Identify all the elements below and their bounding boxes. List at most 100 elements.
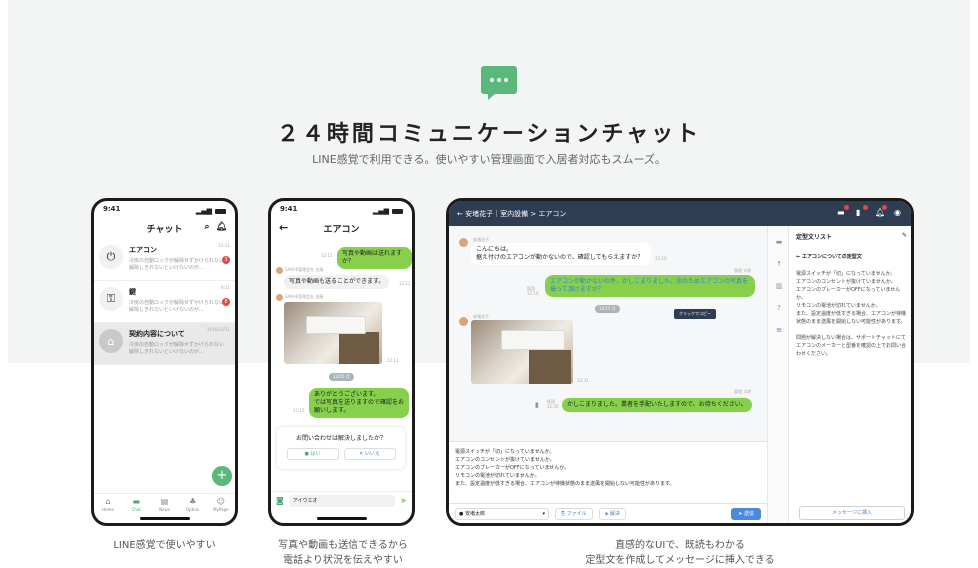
clock: 9:41 bbox=[280, 205, 298, 213]
template-body: 電源スイッチが「切」になっていませんか。 エアコンのコンセントが抜けていませんか… bbox=[796, 271, 907, 357]
message-time: 12:11 bbox=[387, 358, 399, 363]
signal-icon: ▂▄▆ bbox=[372, 207, 389, 215]
chat-time: 2016/12/11 bbox=[206, 327, 230, 332]
chevron-down-icon: ▾ bbox=[542, 510, 545, 517]
phone-chat-room: 9:41 ▂▄▆ ← エアコン 12:11 写真や動画は送れますか？ SAKAE… bbox=[268, 198, 415, 526]
admin-tablet: ← 安堵花子｜室内設備 > エアコン ▬ ▮ 🔔︎ ◉ 安堵花子 こんにちは。 … bbox=[446, 198, 914, 526]
chat-time: 12:11 bbox=[218, 243, 230, 248]
compose-footer: ● 安堵太郎 ▾ ⎘ ファイル ◈ 解決 ➤ 送信 bbox=[449, 503, 767, 523]
their-message[interactable]: こんにちは。 据え付けのエアコンが動かないので、確認してもらえますか？ bbox=[471, 243, 651, 265]
battery-icon bbox=[215, 208, 226, 214]
message-time: 12:11 bbox=[321, 253, 333, 258]
tab-option[interactable]: ♣ Option bbox=[181, 497, 205, 515]
signal-icon: ▂▄▆ bbox=[195, 207, 212, 215]
chat-icon: ▬ bbox=[132, 497, 141, 506]
tab-bar: ⌂ Home ▬ Chat ▤ News ♣ Option ☺ MyPage bbox=[94, 493, 235, 515]
hero-subtitle: LINE感覚で利用できる。使いやすい管理画面で入居者対応もスムーズ。 bbox=[312, 153, 666, 166]
bell-icon[interactable]: 🔔︎ bbox=[216, 222, 227, 232]
template-panel: 定型文リスト ✎ ← エアコンについての定型文 電源スイッチが「切」になっていませ… bbox=[789, 226, 911, 523]
chat-list-item[interactable]: ⚿ 鍵冷房の自動ロックが解除せずかけられない 解除しきれないといけないのが...… bbox=[94, 281, 235, 323]
staff-name: 管理 太郎 bbox=[734, 268, 752, 273]
unread-badge: 8 bbox=[222, 298, 230, 306]
my-message[interactable]: かしこまりました。業者を手配いたしますので、お待ちください。 bbox=[562, 398, 752, 412]
edit-icon[interactable]: ✎ bbox=[902, 232, 907, 241]
chat-icon[interactable]: ▬ bbox=[837, 205, 849, 217]
trash-icon[interactable]: ▮ bbox=[535, 401, 539, 409]
insert-message-button[interactable]: メッセージに挿入 bbox=[799, 506, 905, 520]
their-message[interactable]: 写真や動画も送ることができます。 bbox=[284, 275, 390, 289]
tab-chat[interactable]: ▬ Chat bbox=[124, 497, 148, 515]
send-button[interactable]: ➤ 送信 bbox=[731, 507, 761, 520]
message-time: 12:15 bbox=[293, 408, 305, 413]
help-icon[interactable]: ? bbox=[768, 304, 790, 324]
tab-mypage[interactable]: ☺ MyPage bbox=[209, 497, 233, 515]
message-time: 12:31 bbox=[577, 378, 589, 383]
news-icon: ▤ bbox=[160, 497, 169, 506]
my-message[interactable]: ありがとうございます。 では写真を送りますので確認をお願いします。 bbox=[309, 388, 409, 418]
staff-name: 管理 太郎 bbox=[734, 389, 752, 394]
app-header: ← エアコン bbox=[271, 217, 412, 239]
page-title: エアコン bbox=[323, 224, 360, 235]
compose-textarea[interactable]: 電源スイッチが「切」になっていませんか。 エアコンのコンセントが抜けていませんか… bbox=[449, 441, 767, 503]
page-title: チャット bbox=[146, 224, 183, 235]
add-chat-button[interactable]: + bbox=[212, 466, 232, 486]
file-button[interactable]: ⎘ ファイル bbox=[555, 507, 593, 520]
bell-icon[interactable]: 🔔︎ bbox=[875, 205, 887, 217]
user-icon: ☺ bbox=[216, 497, 226, 506]
template-list-icon[interactable]: ≡ bbox=[768, 326, 790, 346]
yes-button[interactable]: ● はい bbox=[286, 448, 339, 460]
chat-preview: 冷房の自動ロックが解除せずかけられない 解除しきれないといけないのが... bbox=[129, 300, 225, 313]
aircon-photo[interactable] bbox=[284, 302, 382, 364]
caption-1: LINE感覚で使いやすい bbox=[113, 540, 216, 551]
chat-list-item[interactable]: ⌂ 契約内容について 冷房の自動ロックが解除せずかけられない 解除しきれないといけ… bbox=[94, 323, 235, 365]
sender-name: SAKAE管理会社 佐藤 bbox=[285, 294, 324, 299]
building-icon[interactable]: ▥ bbox=[768, 282, 790, 302]
caption-3: 直感的なUIで、既読もわかる 定型文を作成してメッセージに挿入できる bbox=[585, 540, 775, 566]
chat-time: 8:31 bbox=[221, 285, 230, 290]
message-time: 12:35 bbox=[547, 404, 559, 409]
key-icon: ⚿ bbox=[99, 287, 123, 311]
chat-list-item[interactable]: ⏻ エアコン 冷房の自動ロックが解除せずかけられない 解除しきれないといけないのが… bbox=[94, 239, 235, 281]
chat-area: 安堵花子 こんにちは。 据え付けのエアコンが動かないので、確認してもらえますか？… bbox=[449, 226, 767, 441]
no-button[interactable]: ✕ いいえ bbox=[343, 448, 396, 460]
phone-chat-list: 9:41 ▂▄▆ チャット ⌕ 🔔︎ ⏻ エアコン 冷房の自動ロックが解除せずかけら… bbox=[91, 198, 238, 526]
chat-panel-icon[interactable]: ▬ bbox=[768, 238, 790, 258]
panel-title: 定型文リスト bbox=[796, 234, 833, 241]
search-icon[interactable]: ⌕ bbox=[205, 222, 210, 232]
breadcrumb: 安堵花子｜室内設備 > エアコン bbox=[465, 209, 567, 218]
status-bar: 9:41 ▂▄▆ bbox=[271, 201, 412, 217]
aircon-photo[interactable] bbox=[471, 320, 573, 384]
panel-switcher: ▬ ☨ ▥ ? ≡ bbox=[767, 226, 790, 523]
my-message[interactable]: 写真や動画は送れますか？ bbox=[337, 247, 412, 269]
admin-header: ← 安堵花子｜室内設備 > エアコン ▬ ▮ 🔔︎ ◉ bbox=[449, 201, 911, 226]
account-icon[interactable]: ◉ bbox=[894, 208, 903, 217]
chat-name: 鍵 bbox=[129, 288, 136, 296]
camera-icon[interactable]: ◙ bbox=[276, 496, 284, 505]
person-icon[interactable]: ☨ bbox=[768, 260, 790, 280]
tab-news[interactable]: ▤ News bbox=[152, 497, 176, 515]
user-select[interactable]: ● 安堵太郎 ▾ bbox=[455, 507, 549, 520]
caption-2: 写真や動画も送信できるから 電話より状況を伝えやすい bbox=[278, 540, 408, 566]
tab-home[interactable]: ⌂ Home bbox=[96, 497, 120, 515]
avatar bbox=[459, 238, 468, 247]
document-icon[interactable]: ▮ bbox=[856, 205, 868, 217]
resolution-prompt: お問い合わせは解決しましたか？ ● はい ✕ いいえ bbox=[277, 427, 405, 469]
message-input[interactable]: アイウエオ bbox=[288, 494, 396, 507]
avatar bbox=[276, 294, 283, 301]
date-separator: 12/15 月 bbox=[595, 305, 620, 313]
message-time: 12:11 bbox=[399, 281, 411, 286]
back-arrow-icon[interactable]: ← bbox=[279, 221, 288, 234]
send-icon[interactable]: ➤ bbox=[400, 496, 407, 505]
app-header: チャット ⌕ 🔔︎ bbox=[94, 217, 235, 239]
back-arrow-icon[interactable]: ← bbox=[457, 210, 465, 218]
my-message[interactable]: エアコンが動かないの件、かしこまりました。念のためエアコンの写真を撮って頂けます… bbox=[545, 275, 755, 297]
chat-bubble-icon bbox=[481, 66, 517, 100]
unread-badge: 3 bbox=[222, 256, 230, 264]
chat-preview: 冷房の自動ロックが解除せずかけられない 解除しきれないといけないのが... bbox=[129, 342, 225, 355]
plug-icon: ⏻ bbox=[99, 245, 123, 269]
status-bar: 9:41 ▂▄▆ bbox=[94, 201, 235, 217]
template-title: エアコンについての定型文 bbox=[801, 254, 862, 260]
clock: 9:41 bbox=[103, 205, 121, 213]
avatar bbox=[459, 317, 468, 326]
resolve-button[interactable]: ◈ 解決 bbox=[598, 507, 627, 520]
